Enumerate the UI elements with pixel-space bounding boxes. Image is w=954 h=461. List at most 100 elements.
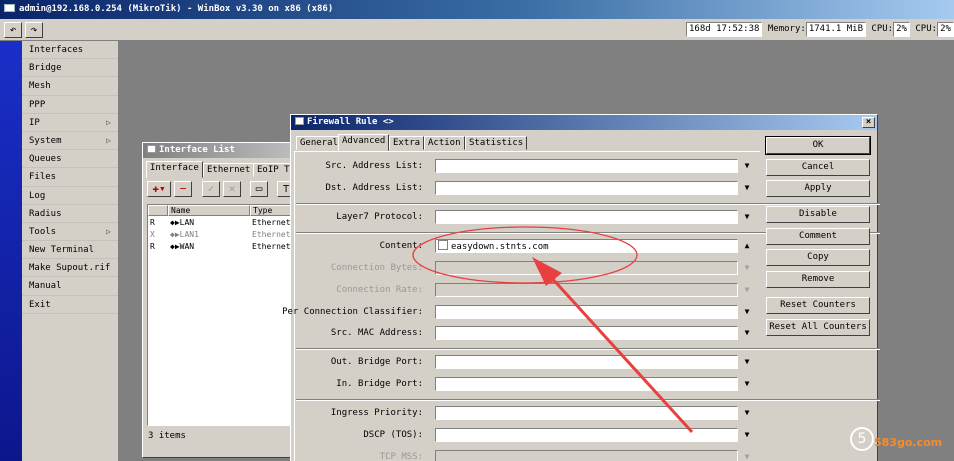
tab-advanced[interactable]: Advanced <box>338 134 390 151</box>
src-mac-address-row: Src. MAC Address: ▼ <box>295 326 763 340</box>
content-row: Content: easydown.stnts.com ▲ <box>295 239 763 253</box>
tab-ethernet[interactable]: Ethernet <box>203 163 255 177</box>
dropdown-arrow-icon[interactable]: ▼ <box>739 261 755 275</box>
redo-arrow-icon: ↷ <box>30 23 38 36</box>
dropdown-arrow-icon[interactable]: ▼ <box>739 450 755 461</box>
sidebar-item-exit[interactable]: Exit <box>22 296 118 314</box>
ok-button[interactable]: OK <box>765 136 871 155</box>
sidebar-item-files[interactable]: Files <box>22 168 118 187</box>
submenu-arrow-icon: ▷ <box>106 117 111 127</box>
row-flag: X <box>150 230 155 239</box>
close-button[interactable]: × <box>862 117 875 128</box>
sidebar-item-tools[interactable]: Tools ▷ <box>22 223 118 242</box>
dropdown-arrow-icon[interactable]: ▼ <box>739 210 755 224</box>
connection-bytes-field[interactable] <box>435 261 738 275</box>
src-mac-address-field[interactable] <box>435 326 738 340</box>
memory-label: Memory: <box>767 24 806 34</box>
reset-all-counters-button[interactable]: Reset All Counters <box>766 319 870 336</box>
per-connection-classifier-field[interactable] <box>435 305 738 319</box>
per-connection-classifier-row: Per Connection Classifier: ▼ <box>282 305 763 319</box>
comment-button[interactable]: ▭ <box>250 181 268 197</box>
sidebar-item-system[interactable]: System ▷ <box>22 132 118 151</box>
reset-counters-button[interactable]: Reset Counters <box>766 297 870 314</box>
cancel-button[interactable]: Cancel <box>766 159 870 176</box>
disable-button[interactable]: ✕ <box>223 181 241 197</box>
ingress-priority-label: Ingress Priority: <box>330 408 423 418</box>
dropdown-arrow-icon[interactable]: ▼ <box>739 159 755 173</box>
sidebar-menu: Interfaces Bridge Mesh PPP IP ▷ System ▷ Q… <box>22 41 119 461</box>
dropdown-arrow-icon[interactable]: ▼ <box>739 406 755 420</box>
sidebar-item-log[interactable]: Log <box>22 187 118 205</box>
tcp-mss-field[interactable] <box>435 450 738 461</box>
row-type: Ethernet <box>252 230 291 239</box>
dropdown-arrow-icon[interactable]: ▼ <box>739 355 755 369</box>
dst-address-list-field[interactable] <box>435 181 738 195</box>
negate-checkbox[interactable] <box>438 240 448 250</box>
dropdown-arrow-icon[interactable]: ▼ <box>739 377 755 391</box>
dropdown-arrow-icon[interactable]: ▼ <box>739 326 755 340</box>
tab-extra[interactable]: Extra <box>389 136 425 150</box>
enable-button[interactable]: ✓ <box>202 181 220 197</box>
connection-bytes-label: Connection Bytes: <box>330 263 423 273</box>
tab-general[interactable]: General <box>296 136 342 150</box>
copy-button[interactable]: Copy <box>766 249 870 266</box>
window-title: admin@192.168.0.254 (MikroTik) - WinBox … <box>19 4 334 14</box>
remove-button[interactable]: − <box>174 181 192 197</box>
tcp-mss-label: TCP MSS: <box>379 452 423 461</box>
sidebar-item-new-terminal[interactable]: New Terminal <box>22 241 118 260</box>
ingress-priority-field[interactable] <box>435 406 738 420</box>
dropdown-arrow-icon[interactable]: ▼ <box>739 283 755 297</box>
table-row[interactable]: R ◆▶LAN Ethernet <box>148 217 298 228</box>
close-icon: × <box>865 117 872 127</box>
interface-list-title-bar[interactable]: Interface List <box>143 143 301 158</box>
tab-action[interactable]: Action <box>424 136 465 150</box>
cpu2-value: 2% <box>937 22 954 37</box>
sidebar-item-manual[interactable]: Manual <box>22 277 118 296</box>
winbox-side-banner <box>0 41 22 461</box>
firewall-rule-title-bar[interactable]: Firewall Rule <> <box>291 115 877 130</box>
ingress-priority-row: Ingress Priority: ▼ <box>295 406 763 420</box>
disable-button[interactable]: Disable <box>766 206 870 223</box>
remove-button[interactable]: Remove <box>766 271 870 288</box>
interface-table: Name Type R ◆▶LAN Ethernet X ◆▶LAN1 Ethe… <box>147 204 300 426</box>
redo-button[interactable]: ↷ <box>25 22 43 38</box>
content-field[interactable]: easydown.stnts.com <box>435 239 738 253</box>
dropdown-arrow-icon[interactable]: ▼ <box>739 181 755 195</box>
sidebar-item-interfaces[interactable]: Interfaces <box>22 41 118 60</box>
comment-button[interactable]: Comment <box>766 228 870 245</box>
dropdown-arrow-icon[interactable]: ▼ <box>739 428 755 442</box>
out-bridge-port-field[interactable] <box>435 355 738 369</box>
connection-bytes-row: Connection Bytes: ▼ <box>295 261 763 275</box>
add-button[interactable]: ✚▾ <box>147 181 171 197</box>
tab-statistics[interactable]: Statistics <box>465 136 528 150</box>
apply-button[interactable]: Apply <box>766 180 870 197</box>
in-bridge-port-field[interactable] <box>435 377 738 391</box>
sidebar-item-ppp[interactable]: PPP <box>22 96 118 114</box>
sidebar-item-ip[interactable]: IP ▷ <box>22 114 118 132</box>
layer7-protocol-field[interactable] <box>435 210 738 224</box>
sidebar-item-bridge[interactable]: Bridge <box>22 59 118 78</box>
dscp-tos-field[interactable] <box>435 428 738 442</box>
sidebar-item-make-supout[interactable]: Make Supout.rif <box>22 259 118 278</box>
connection-rate-field[interactable] <box>435 283 738 297</box>
tab-interface[interactable]: Interface <box>146 161 203 178</box>
collapse-arrow-icon[interactable]: ▲ <box>739 239 755 253</box>
undo-button[interactable]: ↶ <box>4 22 22 38</box>
interface-list-toolbar: ✚▾ − ✓ ✕ ▭ ⊤ <box>147 180 297 200</box>
table-row[interactable]: X ◆▶LAN1 Ethernet <box>148 229 298 240</box>
dropdown-arrow-icon[interactable]: ▼ <box>739 305 755 319</box>
sidebar-item-radius[interactable]: Radius <box>22 205 118 223</box>
content-label: Content: <box>379 241 423 251</box>
table-row[interactable]: R ◆▶WAN Ethernet <box>148 241 298 252</box>
src-address-list-field[interactable] <box>435 159 738 173</box>
out-bridge-port-label: Out. Bridge Port: <box>330 357 423 367</box>
column-header-flags[interactable] <box>148 205 168 216</box>
window-icon <box>295 117 304 125</box>
src-address-list-row: Src. Address List: ▼ <box>295 159 763 173</box>
column-header-name[interactable]: Name <box>168 205 250 216</box>
interface-list-tabs: Interface Ethernet EoIP Tu <box>146 161 301 178</box>
sidebar-item-mesh[interactable]: Mesh <box>22 77 118 96</box>
dscp-tos-label: DSCP (TOS): <box>363 430 423 440</box>
layer7-protocol-row: Layer7 Protocol: ▼ <box>295 210 763 224</box>
sidebar-item-queues[interactable]: Queues <box>22 150 118 169</box>
